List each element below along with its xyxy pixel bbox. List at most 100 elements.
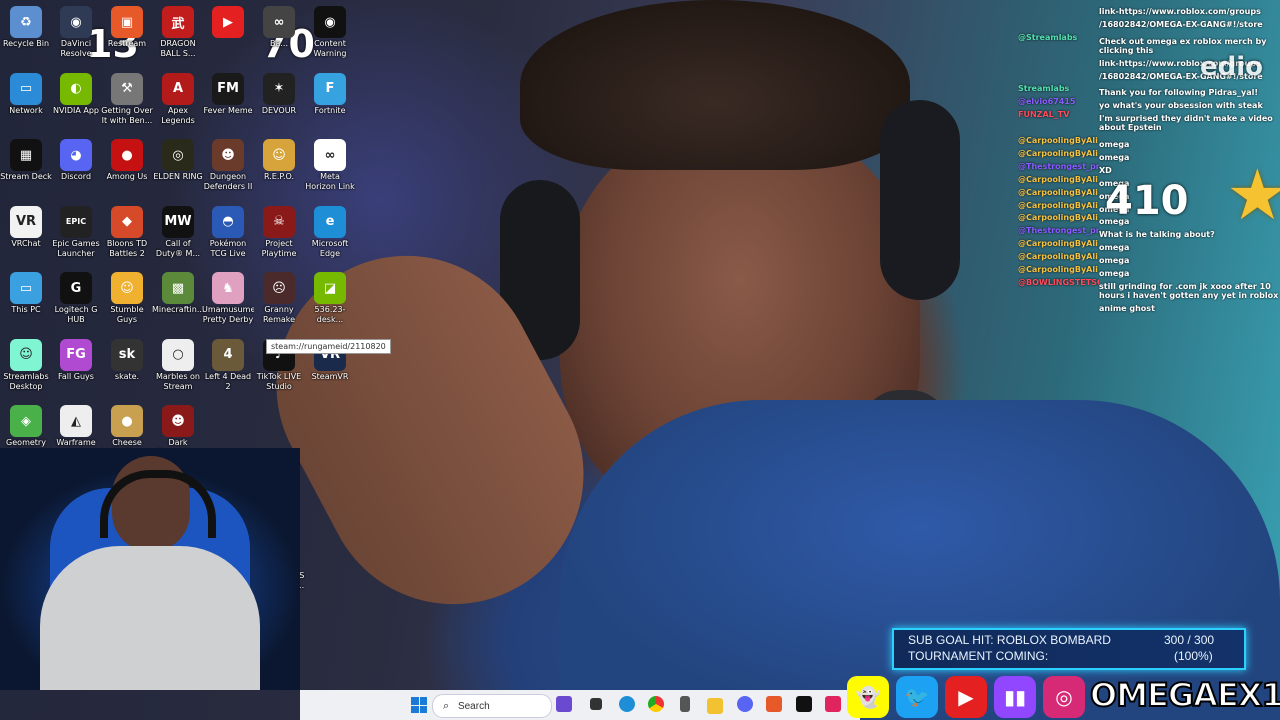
chat-message: /16802842/OMEGA-EX-GANG#!/store: [1099, 19, 1263, 31]
copilot-icon[interactable]: [556, 696, 572, 712]
desktop-icon-label: 536.23-desk...: [314, 305, 346, 324]
desktop-icon-label: DaVinci Resolve: [60, 39, 92, 58]
desktop-icon[interactable]: ▶: [202, 6, 254, 39]
desktop-icon[interactable]: ☺ Streamlabs Desktop: [0, 338, 52, 392]
tiktok-taskbar-icon[interactable]: [825, 696, 841, 712]
desktop-icon-label: Fortnite: [314, 105, 346, 115]
restream-taskbar-icon[interactable]: [766, 696, 782, 712]
desktop-icon-label: Umamusume Pretty Derby: [202, 305, 254, 324]
desktop-icon[interactable]: ♞ Umamusume Pretty Derby: [202, 272, 254, 325]
desktop-icon[interactable]: FM Fever Meme: [202, 72, 254, 116]
desktop-icon-label: Among Us: [106, 172, 148, 181]
desktop-icon[interactable]: ▩ Minecraftin...: [152, 272, 204, 315]
overlay-logo: edio: [1200, 52, 1264, 82]
fall-guys-icon: FG: [60, 338, 92, 371]
desktop-icon[interactable]: ○ Marbles on Stream: [152, 338, 204, 392]
desktop-icon[interactable]: ✶ DEVOUR: [253, 72, 305, 116]
desktop-icon[interactable]: ◪ 536.23-desk...: [304, 272, 356, 325]
sub-goal-line2: TOURNAMENT COMING:: [908, 649, 1049, 663]
desktop-icon[interactable]: F Fortnite: [304, 72, 356, 116]
desktop-icon[interactable]: FG Fall Guys: [50, 338, 102, 382]
desktop-icon[interactable]: ▦ Stream Deck: [0, 139, 52, 182]
desktop-icon[interactable]: G Logitech G HUB: [50, 272, 102, 325]
desktop-icon-label: Bloons TD Battles 2: [106, 238, 148, 258]
stream-deck-taskbar-icon[interactable]: [796, 696, 812, 712]
desktop-icon[interactable]: ☻ Dungeon Defenders II: [202, 139, 254, 192]
desktop-icon[interactable]: ◕ Discord: [50, 139, 102, 182]
desktop-icon[interactable]: ⚒ Getting Over It with Ben...: [101, 72, 153, 126]
desktop-icon[interactable]: ▭ This PC: [0, 272, 52, 315]
file-explorer-icon[interactable]: [707, 698, 723, 714]
chat-message: anime ghost: [1099, 303, 1155, 315]
desktop-icon[interactable]: ♻ Recycle Bin: [0, 6, 52, 49]
chat-username: @elvio67415: [1018, 97, 1076, 107]
desktop-icon-label: Recycle Bin: [2, 39, 50, 48]
desktop-icon[interactable]: ☺ Stumble Guys: [101, 272, 153, 325]
desktop-icon[interactable]: ◓ Pokémon TCG Live: [202, 205, 254, 259]
desktop-icon[interactable]: ◉ DaVinci Resolve: [50, 6, 102, 59]
marbles-icon: ○: [162, 338, 194, 371]
snapchat-icon[interactable]: 👻: [847, 676, 889, 718]
desktop-icon[interactable]: EPIC Epic Games Launcher: [50, 205, 102, 259]
warframe-icon: ◭: [60, 405, 92, 437]
meta-icon: ∞: [314, 139, 346, 171]
desktop-icon-label: R.E.P.O.: [263, 172, 295, 181]
instagram-icon[interactable]: ◎: [1043, 676, 1085, 718]
chat-text: link-https://www.roblox.com/groups: [1099, 7, 1261, 16]
desktop-icon[interactable]: ◉ Content Warning: [304, 6, 356, 59]
desktop-icon[interactable]: ∞ Ba...: [253, 6, 305, 49]
desktop-icon-label: Dungeon Defenders II: [203, 172, 253, 191]
desktop-icon-label: Stumble Guys: [110, 305, 144, 324]
desktop-icon[interactable]: 4 Left 4 Dead 2: [202, 338, 254, 392]
desktop-icon[interactable]: ◆ Bloons TD Battles 2: [101, 205, 153, 259]
task-view-icon[interactable]: [590, 698, 602, 710]
desktop-icon[interactable]: ◐ NVIDIA App: [50, 72, 102, 116]
desktop-icon[interactable]: ☠ Project Playtime: [253, 205, 305, 259]
desktop-icon[interactable]: VR VRChat: [0, 205, 52, 249]
desktop-icon-label: Project Playtime: [261, 238, 297, 258]
desktop-icon[interactable]: sk skate.: [101, 338, 153, 382]
restream-icon: ▣: [111, 6, 143, 38]
chat-text: /16802842/OMEGA-EX-GANG#!/store: [1099, 19, 1263, 29]
desktop-icon[interactable]: ▭ Network: [0, 72, 52, 116]
youtube-icon[interactable]: ▶: [945, 676, 987, 718]
desktop-icon[interactable]: A Apex Legends: [152, 72, 204, 126]
skate-icon: sk: [111, 338, 143, 371]
desktop-icon[interactable]: ◭ Warframe: [50, 405, 102, 448]
this-pc-icon: ▭: [10, 272, 42, 304]
recycle-bin-icon: ♻: [10, 6, 42, 38]
geometry-dash-icon: ◈: [10, 405, 42, 437]
chat-username: @CarpoolingByAli: [1018, 239, 1098, 249]
chat-username: @CarpoolingByAli: [1018, 136, 1098, 145]
edge-taskbar-icon[interactable]: [619, 696, 635, 712]
desktop-icon[interactable]: ● Among Us: [101, 139, 153, 182]
app-taskbar-icon[interactable]: [680, 696, 690, 712]
elden-ring-icon: ◎: [162, 139, 194, 171]
desktop-icon[interactable]: e Microsoft Edge: [304, 205, 356, 259]
sub-goal-count: 300 / 300: [1164, 633, 1215, 647]
taskbar-search-input[interactable]: ⌕ Search: [432, 694, 552, 718]
chat-username: @Thestrongest_pri...: [1018, 226, 1099, 236]
desktop-icon-label: DEVOUR: [261, 105, 297, 115]
desktop-icon[interactable]: ∞ Meta Horizon Link: [304, 139, 356, 192]
streamer-hair: [520, 0, 910, 170]
desktop-icon-label: Discord: [60, 172, 92, 181]
twitch-icon[interactable]: ▮▮: [994, 676, 1036, 718]
chat-text: about Epstein: [1099, 123, 1162, 133]
desktop-icon[interactable]: ☹ Granny Remake: [253, 272, 305, 325]
chrome-taskbar-icon[interactable]: [648, 696, 664, 712]
desktop-icon[interactable]: ▣ Restream: [101, 6, 153, 49]
desktop-icon[interactable]: MW Call of Duty® M...: [152, 205, 204, 259]
chat-username: @CarpoolingByAli: [1018, 187, 1098, 197]
twitter-icon[interactable]: 🐦: [896, 676, 938, 718]
sub-goal-widget: SUB GOAL HIT: ROBLOX BOMBARD TOURNAMENT …: [892, 628, 1246, 670]
desktop-icon[interactable]: ◎ ELDEN RING: [152, 139, 204, 182]
chat-username: @CarpoolingByAli: [1018, 213, 1098, 223]
desktop-icon[interactable]: ☺ R.E.P.O.: [253, 139, 305, 182]
stumble-guys-icon: ☺: [111, 272, 143, 304]
search-placeholder: Search: [457, 701, 490, 712]
discord-taskbar-icon[interactable]: [737, 696, 753, 712]
chat-username: @Thestrongest_pri...: [1018, 161, 1099, 171]
desktop-icon[interactable]: 武 DRAGON BALL S...: [152, 6, 204, 59]
windows-start-icon[interactable]: [411, 697, 427, 713]
